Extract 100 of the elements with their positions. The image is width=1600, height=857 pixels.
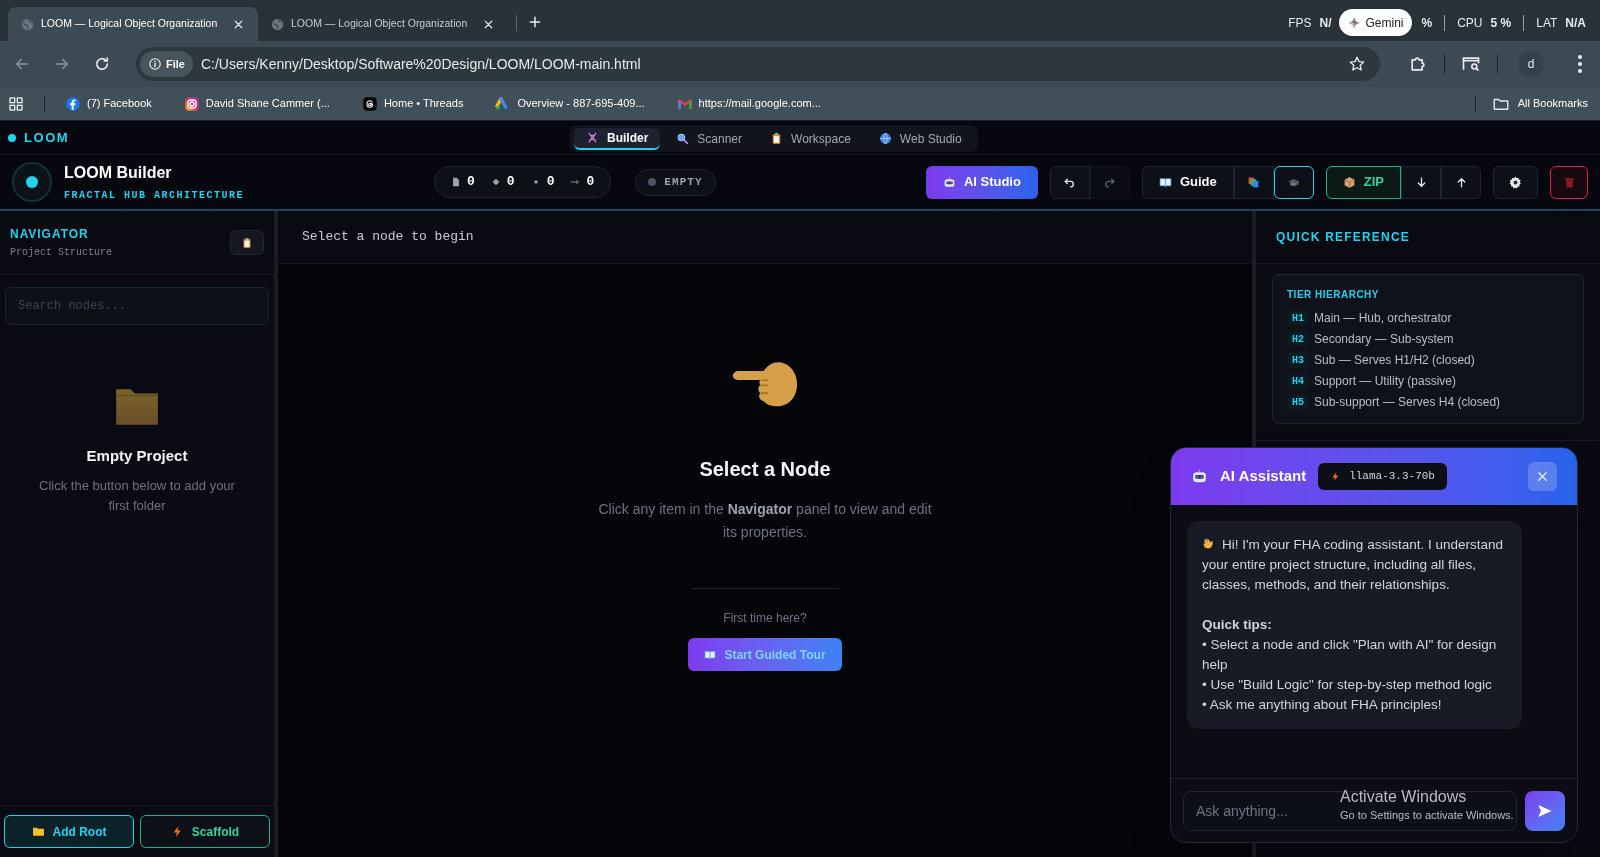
tier-label: Support — Utility (passive) [1314, 373, 1457, 390]
document-icon [451, 177, 461, 187]
nav-tab[interactable]: Scanner [664, 127, 755, 150]
metric-value: 5 % [1490, 14, 1512, 32]
helix-icon [586, 131, 599, 144]
tier-code: H4 [1287, 373, 1309, 389]
metric-value: % [1421, 14, 1433, 32]
metric-value: N/ [1319, 14, 1332, 32]
metric-label: FPS [1288, 14, 1312, 32]
facebook-icon [65, 95, 81, 112]
add-root-button[interactable]: Add Root [4, 815, 134, 848]
settings-icon [1509, 175, 1522, 189]
search-field[interactable]: Search nodes... [5, 287, 269, 325]
profile-avatar[interactable]: d [1518, 51, 1544, 77]
undo-button[interactable] [1049, 165, 1090, 199]
card-title: TIER HIERARCHY [1287, 288, 1380, 302]
bookmark-link[interactable]: https://mail.google.com... [672, 95, 825, 112]
address-bar[interactable]: File C:/Users/Kenny/Desktop/Software%20Design/LOOM/LOOM-main.html [136, 47, 1380, 81]
browser-tab[interactable]: LOOM — Logical Object Organization [8, 7, 258, 41]
panel-subtitle: Project Structure [10, 246, 113, 260]
reload-icon [93, 55, 111, 73]
stat-count: 0 [506, 173, 515, 192]
editor-description: Click any item in the Navigator panel to view and edit its properties. [597, 500, 933, 542]
tier-label: Sub-support — Serves H4 (closed) [1314, 394, 1501, 411]
globe-icon [270, 16, 285, 32]
clipboard-icon [241, 236, 253, 249]
editor-title: Select a Node [699, 457, 831, 482]
book-icon [704, 648, 717, 661]
settings-button[interactable] [1493, 165, 1538, 199]
tier-label: Sub — Serves H1/H2 (closed) [1314, 352, 1475, 369]
status-badge: EMPTY [635, 168, 716, 196]
site-info-badge[interactable]: File [140, 51, 193, 77]
status-dot-icon [8, 133, 16, 142]
scaffold-button[interactable]: Scaffold [140, 815, 270, 848]
all-bookmarks-link[interactable]: All Bookmarks [1491, 94, 1596, 113]
app-subtitle: FRACTAL HUB ARCHITECTURE [64, 189, 246, 203]
metric-value: N/A [1565, 14, 1586, 32]
empty-state-title: Empty Project [86, 446, 188, 466]
instagram-icon [183, 95, 200, 112]
empty-state-text: Click the button below to add your first folder [38, 476, 236, 515]
book-icon [1158, 175, 1172, 189]
tier-code: H2 [1287, 331, 1309, 347]
editor-header: Select a node to begin [302, 228, 474, 247]
tutorial-button[interactable] [1273, 165, 1314, 199]
nav-tab[interactable]: Builder [574, 127, 661, 150]
trash-icon [1562, 175, 1576, 189]
assistant-chip[interactable]: Gemini [1339, 9, 1412, 36]
folder-icon [31, 825, 45, 838]
nav-tab[interactable]: Web Studio [866, 127, 974, 150]
plus-icon [527, 14, 543, 30]
delete-button[interactable] [1550, 165, 1588, 199]
robot-icon [942, 175, 956, 189]
nav-tab[interactable]: Workspace [758, 127, 863, 150]
layers-button[interactable] [1233, 165, 1274, 199]
apps-grid-icon [8, 95, 24, 112]
send-button[interactable] [1525, 790, 1565, 831]
package-icon [1342, 175, 1356, 189]
stat-count: 0 [467, 173, 475, 192]
panel-title: NAVIGATOR [10, 226, 90, 243]
stat-count: 0 [546, 173, 555, 192]
info-icon [148, 57, 162, 71]
assistant-title: AI Assistant [1220, 466, 1307, 487]
tier-code: H1 [1287, 310, 1309, 326]
arrow-right-icon [570, 177, 581, 187]
browser-tab[interactable]: LOOM — Logical Object Organization [258, 7, 508, 41]
bookmark-link[interactable]: Overview - 887-695-409... [491, 95, 649, 112]
stat-count: 0 [586, 173, 595, 192]
tier-code: H5 [1287, 394, 1309, 410]
url-text: C:/Users/Kenny/Desktop/Software%20Design/LOOM/LOOM-main.html [200, 54, 642, 74]
status-dot-icon [648, 178, 657, 186]
threads-icon [361, 95, 378, 112]
clipboard-button[interactable] [230, 230, 264, 255]
metric-label: CPU [1457, 14, 1483, 32]
zip-button[interactable]: ZIP [1325, 165, 1401, 199]
bookmark-star-icon [1348, 55, 1366, 73]
tour-prompt: First time here? [723, 610, 807, 627]
globe-icon [878, 132, 892, 145]
tab-search-icon [1461, 54, 1481, 74]
ai-studio-button[interactable]: AI Studio [925, 165, 1038, 199]
globe-icon [20, 16, 35, 32]
bookmark-link[interactable]: David Shane Cammer (... [179, 95, 334, 112]
close-icon [1535, 469, 1550, 484]
close-button[interactable] [1528, 462, 1557, 491]
tier-code: H3 [1287, 352, 1309, 368]
logo-icon [12, 162, 52, 202]
activation-text: Go to Settings to activate Windows. [1340, 808, 1514, 823]
stacked-cards-icon [1247, 175, 1261, 189]
magnifier-icon [676, 132, 690, 145]
bookmark-link[interactable]: Home • Threads [357, 95, 468, 112]
metric-label: LAT [1536, 14, 1558, 32]
tier-label: Main — Hub, orchestrator [1314, 310, 1452, 327]
guide-button[interactable]: Guide [1141, 165, 1234, 199]
bookmark-link[interactable]: (7) Facebook [61, 95, 156, 112]
app-title: LOOM Builder [64, 163, 173, 183]
model-badge: llama-3.3-70b [1318, 463, 1447, 490]
diamond-icon [490, 177, 501, 187]
assistant-message: Hi! I'm your FHA coding assistant. I understand your entire project structure, including all files, classes, methods, and their relationships. Quick tips: • Select a node and click "Plan with AI" for design help • Use "Build Logic" for step-by-step method logic • Ask me anything about FHA principles! [1187, 521, 1522, 729]
menu-icon [1578, 55, 1582, 73]
tier-label: Secondary — Sub-system [1314, 331, 1454, 348]
robot-icon [1191, 468, 1208, 485]
